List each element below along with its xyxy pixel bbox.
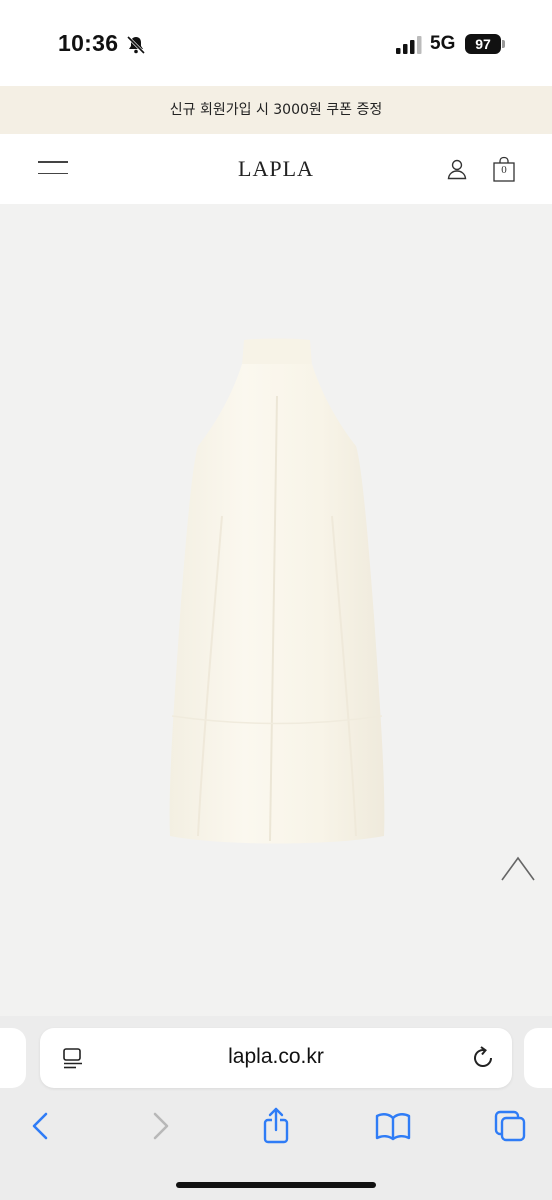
- status-time: 10:36: [58, 30, 119, 56]
- chevron-right-icon[interactable]: [140, 1106, 180, 1146]
- previous-tab-peek[interactable]: [0, 1028, 26, 1088]
- share-icon[interactable]: [256, 1106, 296, 1146]
- chevron-left-icon[interactable]: [22, 1106, 62, 1146]
- chevron-up-icon[interactable]: [500, 854, 536, 882]
- cart-button[interactable]: 0: [492, 156, 516, 182]
- hamburger-icon[interactable]: [38, 161, 70, 177]
- promo-banner[interactable]: 신규 회원가입 시 3000원 쿠폰 증정: [0, 86, 552, 134]
- network-label: 5G: [430, 33, 456, 54]
- page: 10:36 5G 97 신규 회원가입 시 3000원 쿠폰 증정 LAPLA: [0, 0, 552, 1200]
- browser-nav-row: [0, 1106, 552, 1146]
- battery-tip: [502, 40, 505, 48]
- signal-icon: [396, 36, 422, 54]
- browser-toolbar: lapla.co.kr: [0, 1016, 552, 1200]
- reload-icon[interactable]: [470, 1045, 496, 1071]
- dress-image[interactable]: [162, 336, 392, 856]
- status-bar: 10:36 5G 97: [0, 0, 552, 86]
- site-header: LAPLA 0: [0, 134, 552, 204]
- url-text[interactable]: lapla.co.kr: [40, 1045, 512, 1069]
- cart-count: 0: [501, 164, 507, 176]
- address-bar[interactable]: lapla.co.kr: [40, 1028, 512, 1088]
- home-indicator[interactable]: [176, 1182, 376, 1188]
- next-tab-peek[interactable]: [524, 1028, 552, 1088]
- book-icon[interactable]: [373, 1106, 413, 1146]
- user-icon[interactable]: [446, 158, 468, 180]
- site-logo[interactable]: LAPLA: [0, 156, 552, 182]
- bell-off-icon: [126, 35, 146, 55]
- tabs-icon[interactable]: [490, 1106, 530, 1146]
- product-image-area[interactable]: [0, 204, 552, 1016]
- battery-indicator: 97: [465, 34, 501, 54]
